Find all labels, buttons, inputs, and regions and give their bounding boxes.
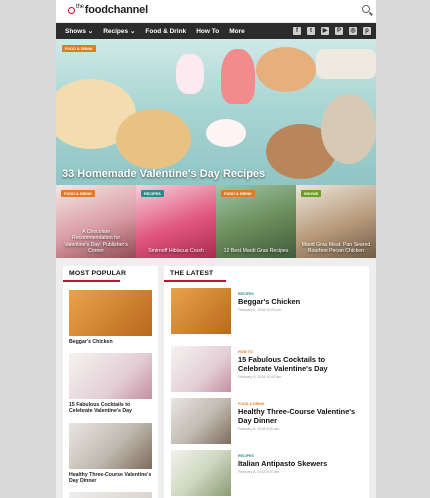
- logo-prefix: the: [76, 4, 84, 10]
- latest-item-date: February 8, 2018 12:00 pm: [238, 308, 282, 312]
- latest-item[interactable]: RECIPES Italian Antipasto Skewers Februa…: [171, 450, 366, 498]
- hero-glass-image: [176, 54, 204, 94]
- card-tag[interactable]: FOOD & DRINK: [221, 190, 255, 197]
- latest-heading: THE LATEST: [170, 270, 214, 277]
- hero-title[interactable]: 33 Homemade Valentine's Day Recipes: [62, 168, 265, 180]
- site-logo[interactable]: thefoodchannel: [68, 4, 148, 16]
- featured-card[interactable]: FOOD & DRINK 12 Best Mardi Gras Recipes: [216, 185, 296, 259]
- hero-cookies-image: [256, 47, 316, 92]
- latest-item-image[interactable]: [171, 288, 231, 334]
- instagram-icon[interactable]: ◎: [349, 27, 357, 35]
- card-title[interactable]: Smirnoff Hibiscus Crush: [141, 248, 211, 254]
- youtube-icon[interactable]: ▶: [321, 27, 329, 35]
- latest-item[interactable]: RECIPES Beggar's Chicken February 8, 201…: [171, 288, 366, 338]
- popular-item-image[interactable]: [69, 422, 152, 469]
- popular-item-title[interactable]: Healthy Three-Course Valentine's Day Din…: [69, 472, 152, 484]
- nav-item-shows[interactable]: Shows ⌄: [65, 27, 93, 35]
- hero-tag[interactable]: FOOD & DRINK: [62, 45, 96, 52]
- nav-item-recipes[interactable]: Recipes ⌄: [103, 27, 135, 35]
- latest-item-tag[interactable]: HOW TO: [238, 350, 253, 354]
- hero-feature[interactable]: FOOD & DRINK 33 Homemade Valentine's Day…: [56, 39, 376, 185]
- latest-item-title[interactable]: 15 Fabulous Cocktails to Celebrate Valen…: [238, 355, 358, 373]
- popular-item[interactable]: Beggar's Chicken: [69, 290, 152, 345]
- latest-item[interactable]: HOW TO 15 Fabulous Cocktails to Celebrat…: [171, 346, 366, 396]
- content-area: MOST POPULAR Beggar's Chicken 15 Fabulou…: [56, 258, 376, 498]
- latest-item-tag[interactable]: FOOD & DRINK: [238, 402, 264, 406]
- popular-item-title[interactable]: 15 Fabulous Cocktails to Celebrate Valen…: [69, 402, 152, 414]
- social-links: f t ▶ P ◎ p: [293, 27, 376, 35]
- main-nav: Shows ⌄ Recipes ⌄ Food & Drink How To Mo…: [56, 23, 376, 39]
- latest-item[interactable]: FOOD & DRINK Healthy Three-Course Valent…: [171, 398, 366, 448]
- nav-item-how-to[interactable]: How To: [196, 28, 219, 35]
- latest-item-title[interactable]: Healthy Three-Course Valentine's Day Din…: [238, 407, 358, 425]
- most-popular-heading: MOST POPULAR: [69, 270, 127, 277]
- latest-item-tag[interactable]: RECIPES: [238, 292, 254, 296]
- card-tag[interactable]: FOOD & DRINK: [61, 190, 95, 197]
- card-tag[interactable]: RECIPES: [141, 190, 164, 197]
- hero-cake-image: [221, 49, 255, 104]
- latest-item-title[interactable]: Italian Antipasto Skewers: [238, 459, 358, 469]
- popular-item-image[interactable]: [69, 492, 152, 498]
- section-divider: [63, 280, 120, 282]
- pinterest-alt-icon[interactable]: p: [363, 27, 371, 35]
- featured-cards: FOOD & DRINK A Chocolate Recommendation …: [56, 185, 376, 259]
- facebook-icon[interactable]: f: [293, 27, 301, 35]
- hero-dessert-image: [321, 94, 376, 164]
- latest-item-image[interactable]: [171, 450, 231, 496]
- popular-item-image[interactable]: [69, 290, 152, 336]
- latest-item-title[interactable]: Beggar's Chicken: [238, 297, 358, 307]
- page: thefoodchannel Shows ⌄ Recipes ⌄ Food & …: [56, 0, 376, 498]
- popular-item-title[interactable]: Beggar's Chicken: [69, 339, 152, 345]
- latest-panel: THE LATEST RECIPES Beggar's Chicken Febr…: [164, 266, 369, 498]
- nav-item-more[interactable]: More: [229, 28, 245, 35]
- pinterest-icon[interactable]: P: [335, 27, 343, 35]
- latest-item-date: February 8, 2018 9:00 am: [238, 427, 280, 431]
- featured-card[interactable]: RECIPES Smirnoff Hibiscus Crush: [136, 185, 216, 259]
- popular-item[interactable]: [69, 492, 152, 498]
- latest-item-date: February 8, 2018 10:00 am: [238, 375, 282, 379]
- logo-ring-icon: [68, 7, 75, 14]
- hero-pastry-image: [116, 109, 191, 169]
- featured-card[interactable]: SHOWS Mardi Gras Meal: Pan Seared Bourbo…: [296, 185, 376, 259]
- latest-item-tag[interactable]: RECIPES: [238, 454, 254, 458]
- logo-text: foodchannel: [84, 4, 148, 16]
- logo-bar: thefoodchannel: [56, 0, 376, 23]
- card-title[interactable]: A Chocolate Recommendation for Valentine…: [61, 229, 131, 254]
- popular-item[interactable]: 15 Fabulous Cocktails to Celebrate Valen…: [69, 353, 152, 414]
- most-popular-panel: MOST POPULAR Beggar's Chicken 15 Fabulou…: [63, 266, 158, 498]
- section-divider: [164, 280, 226, 282]
- popular-item-image[interactable]: [69, 353, 152, 400]
- card-title[interactable]: 12 Best Mardi Gras Recipes: [221, 248, 291, 254]
- latest-item-date: February 8, 2018 8:00 am: [238, 470, 280, 474]
- featured-card[interactable]: FOOD & DRINK A Chocolate Recommendation …: [56, 185, 136, 259]
- search-icon[interactable]: [362, 5, 370, 13]
- hero-plate-image: [206, 119, 246, 147]
- hero-tray-image: [316, 49, 376, 79]
- card-title[interactable]: Mardi Gras Meal: Pan Seared Bourbon Peca…: [301, 242, 371, 254]
- popular-item[interactable]: Healthy Three-Course Valentine's Day Din…: [69, 422, 152, 484]
- card-tag[interactable]: SHOWS: [301, 190, 322, 197]
- latest-item-image[interactable]: [171, 398, 231, 444]
- twitter-icon[interactable]: t: [307, 27, 315, 35]
- latest-item-image[interactable]: [171, 346, 231, 392]
- nav-item-food-drink[interactable]: Food & Drink: [145, 28, 186, 35]
